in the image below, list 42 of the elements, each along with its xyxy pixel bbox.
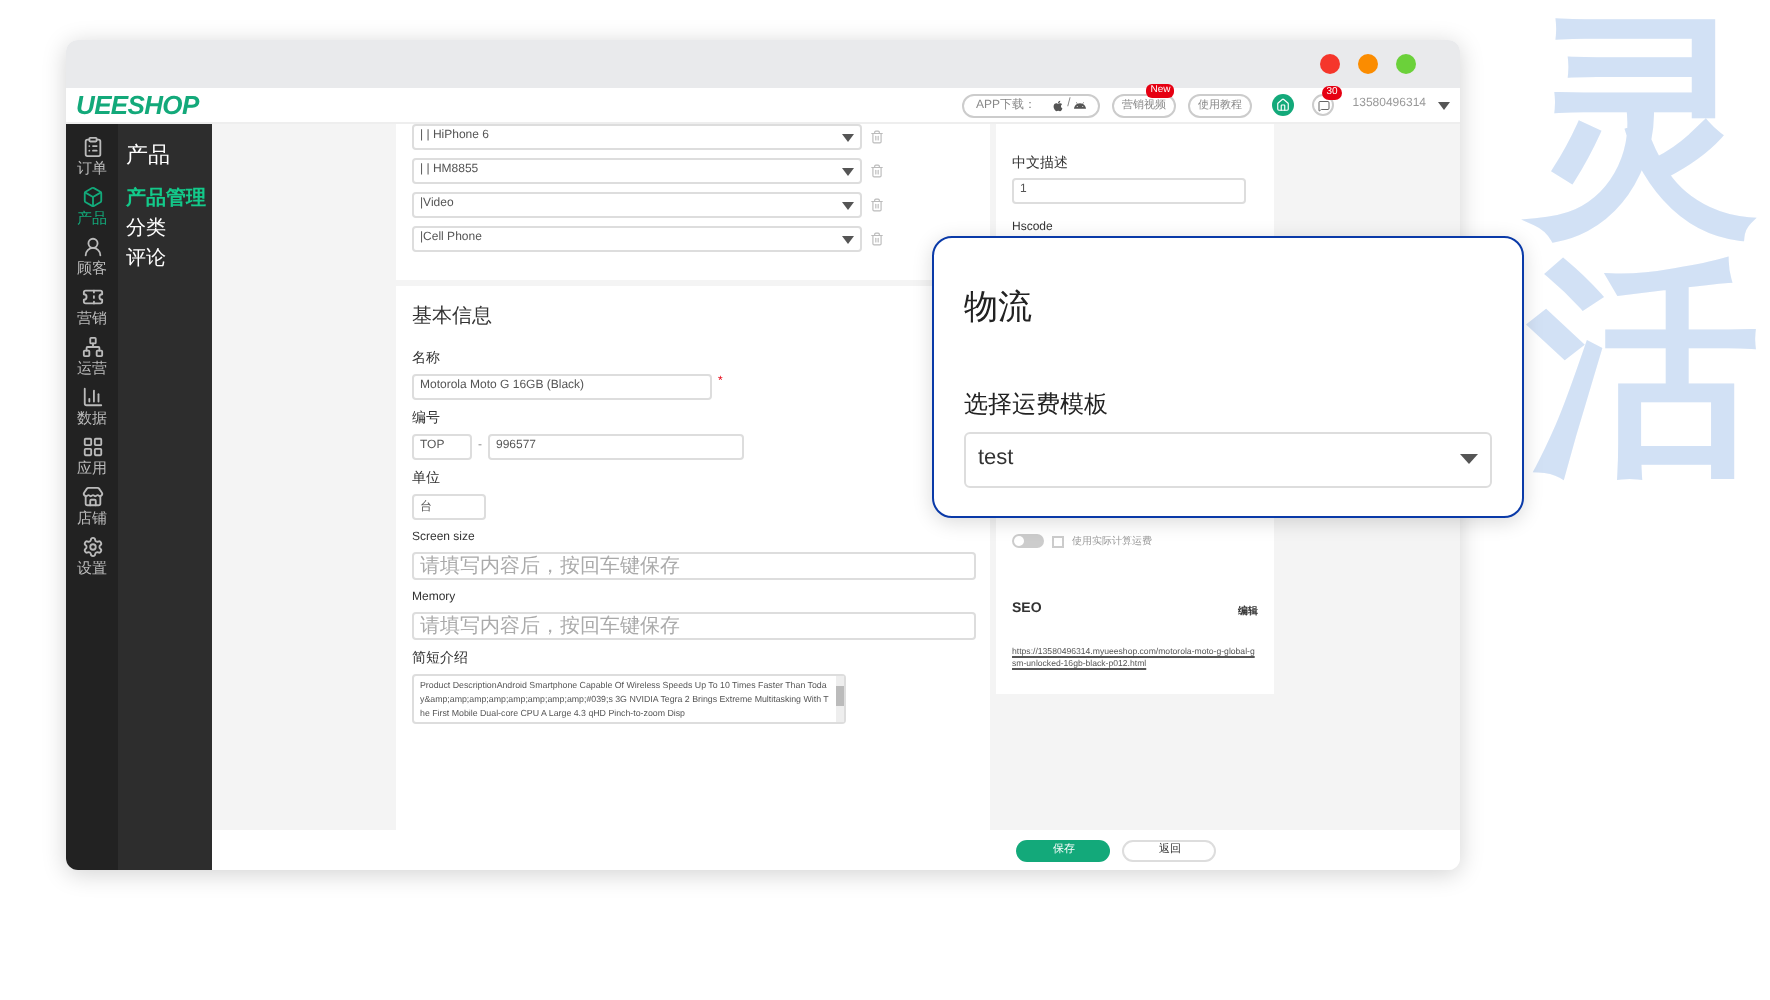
home-icon (1276, 98, 1291, 112)
apple-icon[interactable] (1051, 99, 1064, 111)
bar-chart-icon (81, 386, 103, 408)
caret-icon (842, 133, 854, 141)
logo: UEESHOP (76, 87, 199, 124)
checkbox[interactable] (1052, 535, 1064, 547)
section-title: 基本信息 (412, 303, 494, 332)
window-control[interactable] (1396, 54, 1416, 74)
subnav-item[interactable]: 分类 (126, 217, 166, 241)
user-icon (81, 236, 103, 258)
window-control[interactable] (1320, 54, 1340, 74)
store-icon (81, 486, 103, 508)
ticket-icon (81, 286, 103, 308)
shipping-template-select[interactable]: test (964, 431, 1492, 487)
subnav-item[interactable]: 产品管理 (126, 187, 206, 211)
android-icon[interactable] (1074, 99, 1087, 111)
box-icon (81, 186, 103, 208)
caret-icon (1460, 454, 1478, 464)
attribute-field[interactable]: 请填写内容后，按回车键保存 (412, 612, 976, 640)
subnav-item[interactable]: 评论 (126, 247, 166, 271)
subnav-title: 产品 (126, 141, 172, 172)
clipboard-icon (81, 136, 103, 158)
home-button[interactable] (1272, 94, 1295, 116)
caret-icon (842, 167, 854, 175)
trash-icon[interactable] (870, 130, 884, 144)
network-icon (81, 336, 103, 358)
toggle-switch[interactable] (1012, 534, 1044, 548)
caret-icon (1438, 101, 1450, 109)
settings-icon (81, 536, 103, 558)
scrollbar[interactable] (836, 676, 844, 722)
grid-icon (81, 436, 103, 458)
trash-icon[interactable] (870, 198, 884, 212)
window-control[interactable] (1358, 54, 1378, 74)
summary-textarea[interactable] (412, 674, 846, 724)
popup-label: 选择运费模板 (964, 387, 1108, 421)
caret-icon (842, 201, 854, 209)
trash-icon[interactable] (870, 232, 884, 246)
attribute-field[interactable]: 请填写内容后，按回车键保存 (412, 552, 976, 580)
popup-title: 物流 (964, 286, 1032, 330)
trash-icon[interactable] (870, 164, 884, 178)
caret-icon (842, 235, 854, 243)
message-icon (1317, 99, 1330, 111)
